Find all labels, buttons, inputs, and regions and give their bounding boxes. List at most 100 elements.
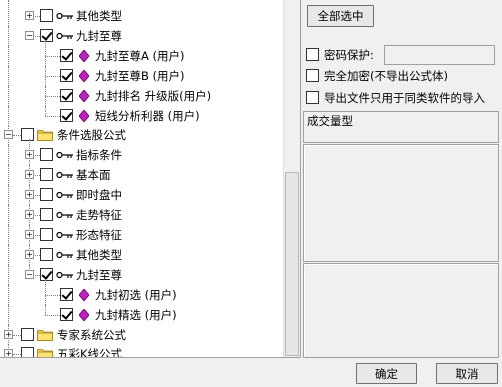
tree-checkbox[interactable]	[60, 288, 73, 301]
expand-icon[interactable]: +	[25, 250, 34, 259]
tree-checkbox[interactable]	[40, 268, 53, 281]
tree-item-category[interactable]: + 其他类型	[0, 245, 283, 265]
tree-checkbox[interactable]	[60, 308, 73, 321]
tree-checkbox[interactable]	[40, 9, 53, 22]
tree-checkbox[interactable]	[40, 228, 53, 241]
scrollbar-thumb[interactable]	[285, 172, 299, 356]
gem-icon	[79, 110, 89, 122]
gem-icon	[79, 309, 89, 321]
gem-icon	[79, 289, 89, 301]
tree-item-label: 九封至尊	[76, 29, 122, 43]
same-software-checkbox[interactable]	[306, 91, 319, 104]
dialog-footer	[0, 358, 502, 387]
key-icon	[56, 171, 73, 179]
tree-checkbox[interactable]	[40, 148, 53, 161]
gem-icon	[79, 50, 89, 62]
tree-item-label: 走势特征	[76, 208, 122, 222]
select-all-button[interactable]: 全部选中	[307, 5, 374, 27]
key-icon	[56, 12, 73, 20]
key-icon	[56, 211, 73, 219]
formula-tree[interactable]: + 其他类型 − 九封至尊 九封至尊A (用户) 九封至尊B (用户) 九封排名…	[0, 0, 301, 358]
tree-checkbox[interactable]	[40, 29, 53, 42]
key-icon	[56, 251, 73, 259]
tree-checkbox[interactable]	[40, 168, 53, 181]
full-encrypt-checkbox[interactable]	[306, 69, 319, 82]
collapse-icon[interactable]: −	[25, 31, 34, 40]
key-icon	[56, 151, 73, 159]
tree-item-label: 九封初选 (用户)	[95, 288, 177, 302]
formula-name-text: 成交量型	[307, 114, 353, 128]
expand-icon[interactable]: +	[25, 190, 34, 199]
expand-icon[interactable]: +	[25, 210, 34, 219]
tree-item-formula[interactable]: 九封排名 升级版(用户)	[0, 86, 283, 106]
tree-checkbox[interactable]	[40, 208, 53, 221]
expand-icon[interactable]: +	[4, 330, 13, 339]
tree-item-label: 形态特征	[76, 228, 122, 242]
tree-item-label: 短线分析利器 (用户)	[95, 109, 200, 123]
password-protect-label: 密码保护:	[324, 48, 374, 62]
collapse-icon[interactable]: −	[4, 130, 13, 139]
tree-item-label: 其他类型	[76, 248, 122, 262]
full-encrypt-label: 完全加密(不导出公式体)	[324, 69, 448, 83]
tree-item-category[interactable]: + 形态特征	[0, 225, 283, 245]
tree-item-category[interactable]: + 即时盘中	[0, 185, 283, 205]
tree-item-label: 九封至尊A (用户)	[95, 49, 185, 63]
expand-icon[interactable]: +	[25, 150, 34, 159]
tree-item-formula[interactable]: 九封精选 (用户)	[0, 305, 283, 325]
tree-item-label: 九封排名 升级版(用户)	[95, 89, 212, 103]
tree-item-other-types[interactable]: + 其他类型	[0, 0, 283, 26]
formula-name-box: 成交量型	[303, 111, 499, 143]
key-icon	[56, 32, 73, 40]
tree-item-colorful-k-formulas[interactable]: + 五彩K线公式	[0, 344, 283, 358]
tree-item-category[interactable]: + 走势特征	[0, 205, 283, 225]
tree-item-label: 九封至尊	[76, 268, 122, 282]
same-software-label: 导出文件只用于同类软件的导入	[324, 91, 485, 105]
tree-checkbox[interactable]	[21, 347, 34, 357]
tree-item-expert-formulas[interactable]: + 专家系统公式	[0, 325, 283, 345]
key-icon	[56, 271, 73, 279]
expand-icon[interactable]: +	[25, 11, 34, 20]
tree-item-category[interactable]: + 基本面	[0, 165, 283, 185]
tree-item-label: 即时盘中	[76, 188, 122, 202]
tree-checkbox[interactable]	[60, 109, 73, 122]
tree-item-label: 九封至尊B (用户)	[95, 69, 185, 83]
tree-item-formula[interactable]: 九封至尊A (用户)	[0, 40, 283, 66]
expand-icon[interactable]: +	[4, 349, 13, 357]
gem-icon	[79, 70, 89, 82]
tree-checkbox[interactable]	[60, 69, 73, 82]
tree-item-formula[interactable]: 九封初选 (用户)	[0, 279, 283, 305]
tree-item-formula[interactable]: 九封至尊B (用户)	[0, 66, 283, 86]
tree-item-label: 条件选股公式	[57, 128, 126, 142]
cancel-button[interactable]: 取消	[436, 363, 498, 384]
tree-item-label: 五彩K线公式	[57, 347, 123, 358]
password-input[interactable]	[384, 45, 495, 65]
tree-item-category[interactable]: − 九封至尊	[0, 265, 283, 285]
tree-checkbox[interactable]	[60, 49, 73, 62]
folder-icon	[37, 349, 53, 357]
ok-button[interactable]: 确定	[356, 363, 417, 384]
tree-checkbox[interactable]	[21, 128, 34, 141]
tree-item-jiufeng[interactable]: − 九封至尊	[0, 26, 283, 46]
tree-checkbox[interactable]	[60, 89, 73, 102]
folder-icon	[37, 130, 53, 141]
collapse-icon[interactable]: −	[25, 270, 34, 279]
tree-item-label: 基本面	[76, 168, 111, 182]
key-icon	[56, 191, 73, 199]
tree-item-formula[interactable]: 短线分析利器 (用户)	[0, 106, 283, 126]
password-protect-checkbox[interactable]	[306, 48, 319, 61]
formula-details-box	[303, 263, 499, 358]
gem-icon	[79, 90, 89, 102]
expand-icon[interactable]: +	[25, 230, 34, 239]
tree-scrollbar[interactable]	[283, 0, 300, 357]
tree-item-category[interactable]: + 指标条件	[0, 139, 283, 165]
expand-icon[interactable]: +	[25, 170, 34, 179]
tree-item-condition-formulas[interactable]: − 条件选股公式	[0, 125, 283, 145]
key-icon	[56, 231, 73, 239]
tree-checkbox[interactable]	[40, 248, 53, 261]
folder-icon	[37, 330, 53, 341]
tree-item-label: 其他类型	[76, 9, 122, 23]
tree-checkbox[interactable]	[21, 328, 34, 341]
tree-item-label: 九封精选 (用户)	[95, 308, 177, 322]
tree-item-label: 专家系统公式	[57, 328, 126, 342]
tree-checkbox[interactable]	[40, 188, 53, 201]
